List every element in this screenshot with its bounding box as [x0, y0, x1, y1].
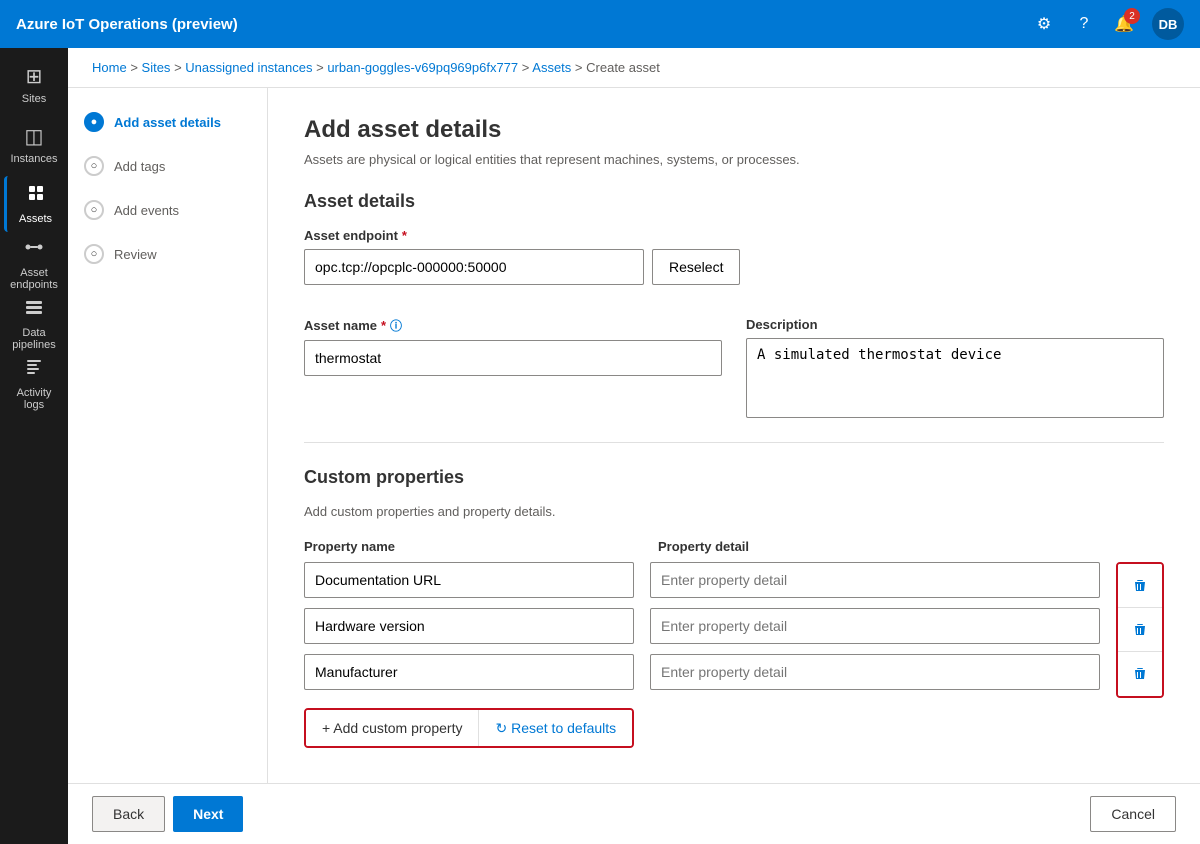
sidebar-item-sites[interactable]: ⊞ Sites [4, 56, 64, 112]
notifications-icon[interactable]: 🔔 2 [1112, 12, 1136, 36]
data-pipelines-icon [24, 297, 44, 323]
topbar: Azure IoT Operations (preview) ⚙ ? 🔔 2 D… [0, 0, 1200, 48]
description-group: Description A simulated thermostat devic… [746, 317, 1164, 418]
sidebar-item-instances[interactable]: ◫ Instances [4, 116, 64, 172]
step-circle-1: ● [84, 112, 104, 132]
required-marker: * [402, 228, 407, 243]
step-label-2: Add tags [114, 159, 165, 174]
sidebar-item-asset-endpoints[interactable]: Asset endpoints [4, 236, 64, 292]
asset-endpoints-icon [24, 237, 44, 263]
prop-name-input-3[interactable] [304, 654, 634, 690]
step-add-tags[interactable]: ○ Add tags [84, 156, 251, 176]
instances-icon: ◫ [25, 124, 44, 149]
sidebar-item-assets[interactable]: Assets [4, 176, 64, 232]
footer: Back Next Cancel [68, 783, 1200, 844]
step-label-1: Add asset details [114, 115, 221, 130]
asset-endpoint-input[interactable] [304, 249, 644, 285]
asset-endpoint-label: Asset endpoint * [304, 228, 1164, 243]
prop-table-headers: Property name Property detail [304, 539, 1164, 554]
form-area: Add asset details Assets are physical or… [268, 88, 1200, 783]
settings-icon[interactable]: ⚙ [1032, 12, 1056, 36]
page-subtitle: Assets are physical or logical entities … [304, 152, 1164, 167]
asset-name-label: Asset name * ⓘ [304, 317, 722, 334]
sidebar-label-assets: Assets [19, 213, 52, 225]
app-title: Azure IoT Operations (preview) [16, 16, 238, 33]
step-circle-3: ○ [84, 200, 104, 220]
back-button[interactable]: Back [92, 796, 165, 832]
step-circle-4: ○ [84, 244, 104, 264]
steps-panel: ● Add asset details ○ Add tags ○ Add eve… [68, 88, 268, 783]
breadcrumb-instance[interactable]: urban-goggles-v69pq969p6fx777 [327, 60, 518, 75]
asset-details-title: Asset details [304, 191, 1164, 212]
asset-name-input[interactable] [304, 340, 722, 376]
reset-defaults-button[interactable]: ↻ Reset to defaults [478, 710, 632, 746]
help-icon[interactable]: ? [1072, 12, 1096, 36]
avatar[interactable]: DB [1152, 8, 1184, 40]
prop-name-input-1[interactable] [304, 562, 634, 598]
footer-nav-buttons: Back Next [92, 796, 243, 832]
reselect-button[interactable]: Reselect [652, 249, 740, 285]
step-circle-2: ○ [84, 156, 104, 176]
prop-row-2 [304, 608, 1100, 644]
activity-logs-icon [24, 357, 44, 383]
breadcrumb-assets[interactable]: Assets [532, 60, 571, 75]
custom-properties-section: Custom properties Add custom properties … [304, 467, 1164, 748]
asset-name-group: Asset name * ⓘ [304, 317, 722, 418]
assets-icon [26, 183, 46, 209]
description-label: Description [746, 317, 1164, 332]
prop-rows-container [304, 562, 1164, 700]
endpoint-row: Reselect [304, 249, 1164, 285]
step-review[interactable]: ○ Review [84, 244, 251, 264]
custom-properties-title: Custom properties [304, 467, 1164, 488]
sidebar-item-activity-logs[interactable]: Activity logs [4, 356, 64, 412]
custom-properties-desc: Add custom properties and property detai… [304, 504, 1164, 519]
sidebar-label-asset-endpoints: Asset endpoints [8, 267, 60, 291]
page-title: Add asset details [304, 116, 1164, 144]
sidebar-label-activity-logs: Activity logs [8, 387, 60, 411]
prop-name-input-2[interactable] [304, 608, 634, 644]
sidebar-item-data-pipelines[interactable]: Data pipelines [4, 296, 64, 352]
breadcrumb-home[interactable]: Home [92, 60, 127, 75]
prop-row-3 [304, 654, 1100, 690]
sidebar-label-sites: Sites [22, 93, 46, 105]
sidebar-label-instances: Instances [10, 153, 57, 165]
delete-prop-button-1[interactable] [1118, 564, 1162, 608]
breadcrumb-sites[interactable]: Sites [142, 60, 171, 75]
next-button[interactable]: Next [173, 796, 243, 832]
section-divider [304, 442, 1164, 443]
asset-name-info-icon[interactable]: ⓘ [390, 317, 402, 334]
prop-detail-input-2[interactable] [650, 608, 1100, 644]
add-reset-buttons-row: + Add custom property ↻ Reset to default… [304, 708, 634, 748]
prop-detail-input-3[interactable] [650, 654, 1100, 690]
prop-detail-header: Property detail [658, 539, 1164, 554]
sidebar: ⊞ Sites ◫ Instances Assets [0, 48, 68, 844]
sidebar-label-data-pipelines: Data pipelines [8, 327, 60, 351]
prop-detail-input-1[interactable] [650, 562, 1100, 598]
cancel-button[interactable]: Cancel [1090, 796, 1176, 832]
notification-badge: 2 [1124, 8, 1140, 24]
breadcrumb-unassigned-instances[interactable]: Unassigned instances [185, 60, 312, 75]
prop-row-1 [304, 562, 1100, 598]
name-description-row: Asset name * ⓘ Description A simulated t… [304, 317, 1164, 418]
delete-prop-button-2[interactable] [1118, 608, 1162, 652]
delete-buttons-group [1116, 562, 1164, 698]
prop-name-header: Property name [304, 539, 634, 554]
description-input[interactable]: A simulated thermostat device [746, 338, 1164, 418]
delete-prop-button-3[interactable] [1118, 652, 1162, 696]
sites-icon: ⊞ [26, 64, 43, 89]
breadcrumb: Home > Sites > Unassigned instances > ur… [68, 48, 1200, 88]
asset-name-required: * [381, 318, 386, 333]
prop-inputs-col [304, 562, 1100, 700]
topbar-actions: ⚙ ? 🔔 2 DB [1032, 8, 1184, 40]
add-custom-property-button[interactable]: + Add custom property [306, 710, 478, 746]
step-label-4: Review [114, 247, 157, 262]
step-add-events[interactable]: ○ Add events [84, 200, 251, 220]
breadcrumb-current: Create asset [586, 60, 660, 75]
step-add-asset-details[interactable]: ● Add asset details [84, 112, 251, 132]
step-label-3: Add events [114, 203, 179, 218]
